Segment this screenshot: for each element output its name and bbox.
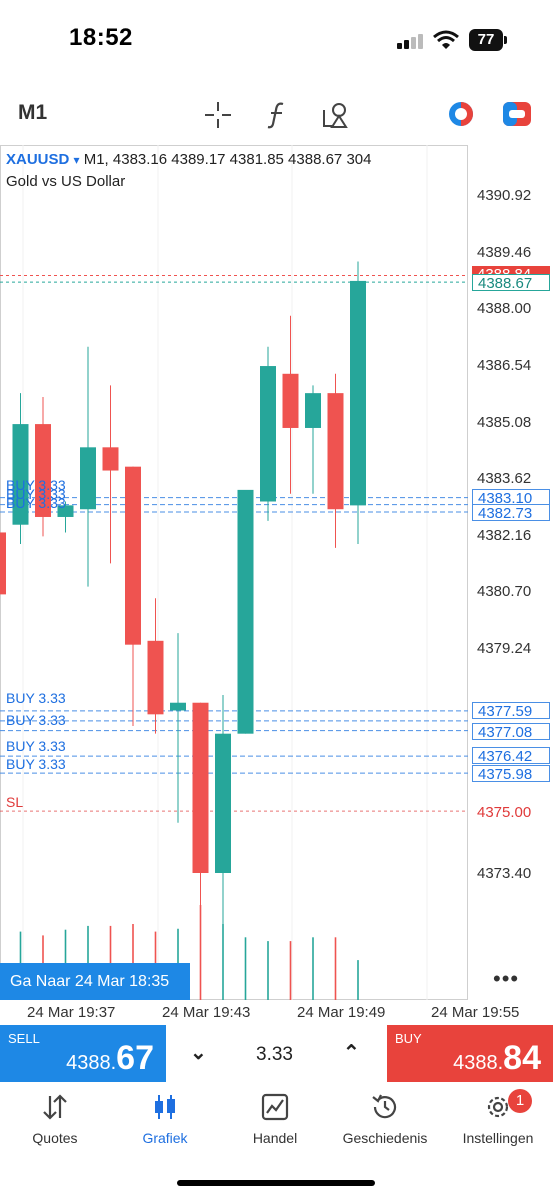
nav-quotes[interactable]: Quotes [0, 1092, 110, 1146]
nav-label: Grafiek [142, 1130, 188, 1146]
candle-body [260, 366, 276, 502]
candle-body [80, 447, 96, 510]
order-price-tag: 4377.59 [472, 702, 550, 720]
goto-date-button[interactable]: Ga Naar 24 Mar 18:35 [0, 963, 190, 1000]
notification-badge: 1 [508, 1089, 532, 1113]
candle-body [350, 280, 366, 506]
stop-loss-price-tag: 4375.00 [472, 804, 550, 821]
price-label: 4386.54 [477, 357, 532, 374]
candle-body [102, 447, 119, 471]
volume-decrease-button[interactable]: ⌄ [190, 1040, 207, 1065]
symbol-header[interactable]: XAUUSD ▾ M1, 4383.16 4389.17 4381.85 438… [6, 151, 371, 168]
candle-body [125, 466, 141, 645]
candle-body [215, 733, 231, 873]
battery-icon: 77 [469, 29, 503, 51]
buy-label: BUY [395, 1031, 422, 1046]
nav-label: Geschiedenis [342, 1130, 428, 1146]
home-indicator [177, 1180, 375, 1186]
timeframe-selector[interactable]: M1 [18, 101, 47, 125]
ohlc-readout: M1, 4383.16 4389.17 4381.85 4388.67 304 [83, 151, 372, 168]
price-label: 4379.24 [477, 640, 532, 657]
order-price-tag: 4382.73 [472, 504, 550, 522]
nav-label: Handel [252, 1130, 298, 1146]
wifi-icon [433, 30, 459, 49]
chart-icon [155, 1095, 175, 1119]
order-price-tag: 4377.08 [472, 723, 550, 741]
symbol-name[interactable]: XAUUSD [6, 151, 69, 168]
more-options-icon[interactable]: ••• [493, 966, 519, 992]
nav-history[interactable]: Geschiedenis [330, 1092, 440, 1146]
order-price-tag: 4375.98 [472, 765, 550, 783]
nav-chart[interactable]: Grafiek [110, 1092, 220, 1146]
one-click-icon[interactable] [502, 101, 532, 127]
order-label[interactable]: BUY 3.33 [6, 738, 66, 754]
candle-body [170, 702, 186, 711]
price-label: 4385.08 [477, 414, 532, 431]
price-label: 4383.62 [477, 470, 532, 487]
objects-icon[interactable] [320, 100, 352, 130]
quotes-icon [43, 1094, 67, 1120]
price-label: 4380.70 [477, 583, 532, 600]
nav-label: Instellingen [462, 1130, 534, 1146]
price-label: 4389.46 [477, 244, 532, 261]
trade-icon [261, 1093, 289, 1121]
time-label: 24 Mar 19:43 [162, 1004, 251, 1021]
price-label: 4388.00 [477, 300, 532, 317]
volume-value[interactable]: 3.33 [256, 1044, 293, 1066]
buy-button[interactable]: BUY 4388.84 [387, 1025, 553, 1082]
price-label: 4390.92 [477, 187, 532, 204]
battery-tip [504, 36, 507, 44]
time-label: 24 Mar 19:37 [27, 1004, 116, 1021]
nav-trade[interactable]: Handel [220, 1092, 330, 1146]
bid-price-tag: 4388.67 [472, 274, 550, 292]
nav-settings[interactable]: Instellingen [443, 1092, 553, 1146]
candle-body [237, 489, 254, 734]
buy-price: 4388.84 [453, 1039, 541, 1077]
nav-label: Quotes [32, 1130, 78, 1146]
signal-icon [397, 33, 425, 49]
symbol-description: Gold vs US Dollar [6, 173, 126, 190]
status-time: 18:52 [69, 24, 133, 51]
time-label: 24 Mar 19:49 [297, 1004, 386, 1021]
candle-body [305, 393, 321, 428]
order-price-tag: 4376.42 [472, 747, 550, 765]
sell-label: SELL [8, 1031, 40, 1046]
volume-increase-button[interactable]: ⌃ [343, 1040, 360, 1065]
crosshair-icon[interactable] [203, 100, 233, 130]
price-label: 4373.40 [477, 865, 532, 882]
candle-body [192, 702, 209, 873]
candle-body [327, 393, 344, 510]
trade-toggle-icon[interactable] [446, 100, 476, 128]
order-label[interactable]: BUY 3.33 [6, 756, 66, 772]
sell-button[interactable]: SELL 4388.67 [0, 1025, 166, 1082]
candle-body [0, 532, 6, 595]
order-label[interactable]: BUY 3.33 [6, 495, 66, 511]
time-label: 24 Mar 19:55 [431, 1004, 520, 1021]
stop-loss-label[interactable]: SL [6, 794, 23, 810]
candlestick-chart[interactable] [0, 145, 553, 1000]
candle-body [282, 373, 299, 428]
order-label[interactable]: BUY 3.33 [6, 712, 66, 728]
order-label[interactable]: BUY 3.33 [6, 690, 66, 706]
indicators-icon[interactable] [264, 100, 290, 130]
candle-body [147, 640, 164, 715]
symbol-dropdown-icon[interactable]: ▾ [74, 153, 80, 167]
price-label: 4382.16 [477, 527, 532, 544]
history-icon [372, 1094, 397, 1119]
sell-price: 4388.67 [66, 1039, 154, 1077]
